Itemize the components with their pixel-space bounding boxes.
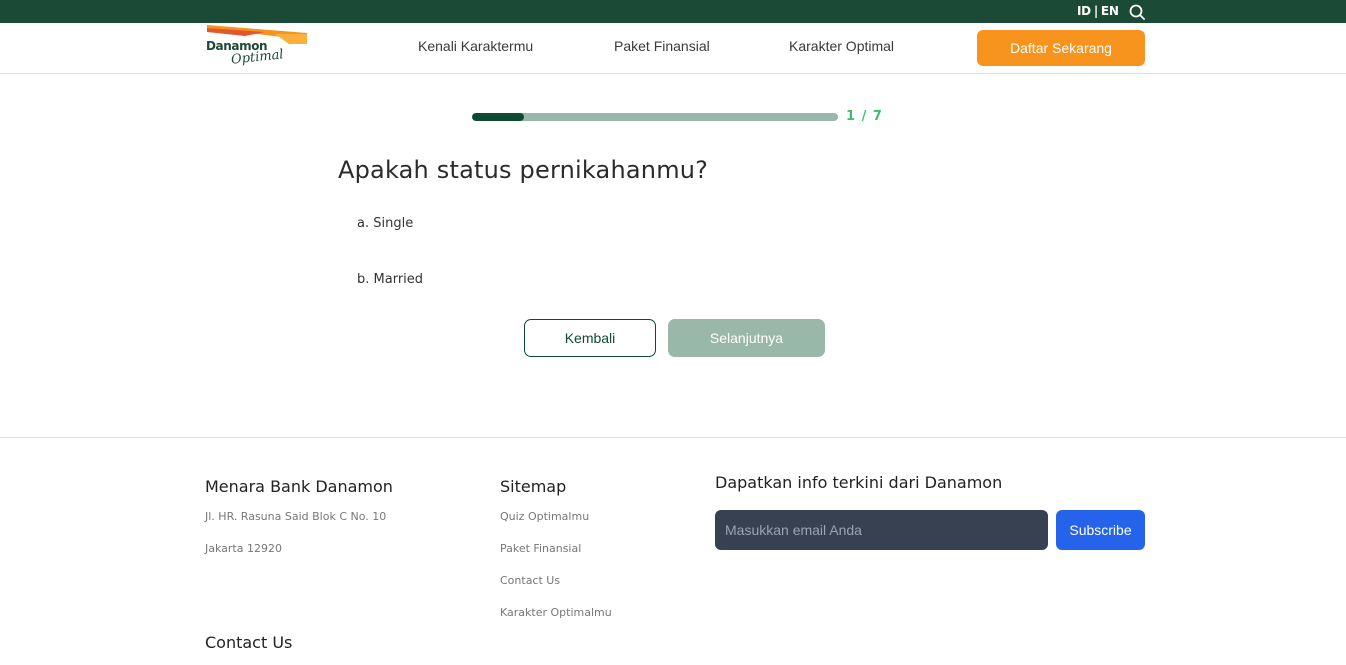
kembali-button[interactable]: Kembali: [524, 319, 656, 357]
quiz-progress-fill: [472, 113, 525, 121]
quiz-progress-bar: [472, 113, 838, 121]
lang-separator: |: [1093, 4, 1098, 18]
quiz-question: Apakah status pernikahanmu?: [338, 156, 709, 184]
selanjutnya-button[interactable]: Selanjutnya: [668, 319, 825, 357]
subscribe-button[interactable]: Subscribe: [1056, 510, 1145, 550]
newsletter-email-input[interactable]: [715, 510, 1048, 550]
footer-divider: [0, 437, 1346, 438]
language-switcher: ID | EN: [1077, 4, 1119, 18]
sitemap-link-quiz-optimalmu[interactable]: Quiz Optimalmu: [500, 510, 589, 523]
quiz-progress-label: 1 / 7: [846, 109, 883, 124]
nav-kenali-karaktermu[interactable]: Kenali Karaktermu: [418, 38, 533, 54]
option-single[interactable]: a. Single: [357, 216, 413, 231]
footer-address-title: Menara Bank Danamon: [205, 477, 393, 496]
sitemap-link-contact-us[interactable]: Contact Us: [500, 574, 560, 587]
footer-contact-title: Contact Us: [205, 633, 293, 652]
search-icon[interactable]: [1129, 4, 1145, 20]
footer-sitemap-title: Sitemap: [500, 477, 567, 496]
nav-paket-finansial[interactable]: Paket Finansial: [614, 38, 710, 54]
lang-id-link[interactable]: ID: [1077, 4, 1091, 18]
daftar-sekarang-button[interactable]: Daftar Sekarang: [977, 30, 1145, 66]
option-married[interactable]: b. Married: [357, 272, 423, 287]
main-navbar: Danamon Optimal Kenali Karaktermu Paket …: [0, 23, 1346, 74]
newsletter-title: Dapatkan info terkini dari Danamon: [715, 473, 1003, 492]
sitemap-link-paket-finansial[interactable]: Paket Finansial: [500, 542, 581, 555]
lang-en-link[interactable]: EN: [1101, 4, 1119, 18]
top-bar: ID | EN: [0, 0, 1346, 23]
sitemap-link-karakter-optimalmu[interactable]: Karakter Optimalmu: [500, 606, 612, 619]
footer-address-line2: Jakarta 12920: [205, 542, 282, 555]
danamon-logo[interactable]: Danamon Optimal: [205, 24, 310, 72]
nav-karakter-optimal[interactable]: Karakter Optimal: [789, 38, 894, 54]
footer-address-line1: Jl. HR. Rasuna Said Blok C No. 10: [205, 510, 387, 523]
